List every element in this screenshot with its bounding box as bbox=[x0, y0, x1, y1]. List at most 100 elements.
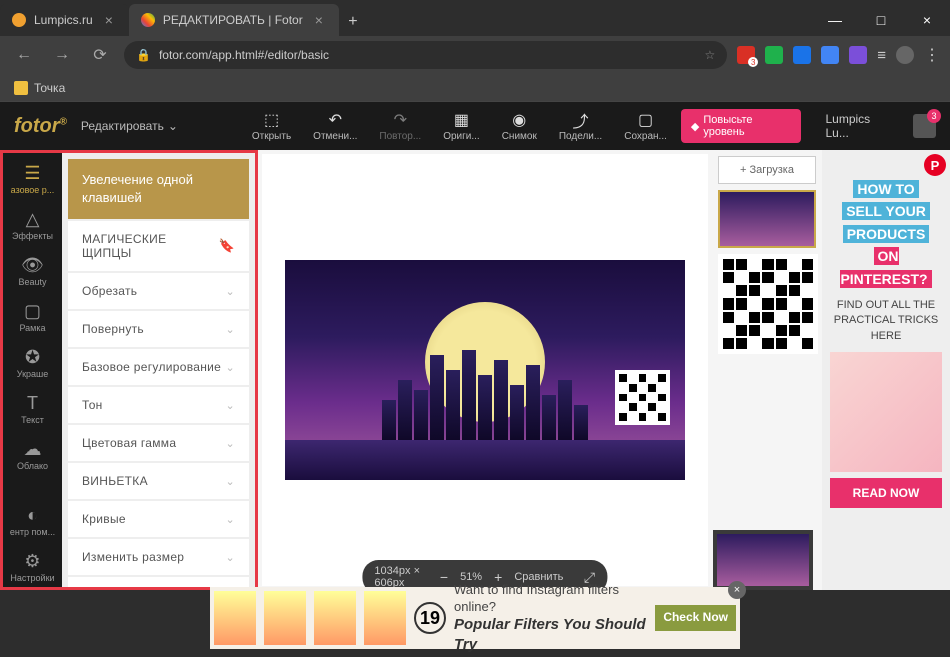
ad-cta-button[interactable]: READ NOW bbox=[830, 478, 942, 508]
bookmarks-bar: Точка bbox=[0, 74, 950, 102]
help-icon: ◐ bbox=[27, 505, 38, 525]
gear-icon: ⚙ bbox=[24, 551, 40, 571]
qr-code bbox=[718, 254, 818, 354]
right-column: + Загрузка 🗑 Очистить все bbox=[712, 150, 822, 590]
sidebar-item-settings[interactable]: ⚙Настройки bbox=[3, 547, 62, 587]
forward-button[interactable]: → bbox=[48, 41, 76, 69]
chevron-down-icon: ⌄ bbox=[225, 361, 235, 374]
app-header: fotor® Редактировать ⌄ ⬚Открыть ↶Отмени.… bbox=[0, 102, 950, 150]
canvas-area[interactable]: 1034px × 606px − 51% + Сравнить ⤢ bbox=[262, 154, 708, 586]
ad-number: 19 bbox=[414, 602, 446, 634]
sidebar-item-cloud[interactable]: ☁Облако bbox=[3, 435, 62, 475]
star-icon[interactable]: ☆ bbox=[704, 48, 715, 62]
chevron-down-icon: ⌄ bbox=[225, 513, 235, 526]
panel-item-resize[interactable]: Изменить размер⌄ bbox=[68, 539, 249, 575]
bottom-ad[interactable]: 19 Want to find Instagram filters online… bbox=[210, 587, 740, 649]
ad-check-button[interactable]: Check Now bbox=[655, 605, 736, 630]
redo-icon: ↷ bbox=[390, 111, 410, 129]
url-input[interactable]: 🔒 fotor.com/app.html#/editor/basic ☆ bbox=[124, 41, 727, 69]
canvas-image[interactable] bbox=[285, 260, 685, 480]
panel-item-vignette[interactable]: ВИНЬЕТКА⌄ bbox=[68, 463, 249, 499]
ext-icon[interactable] bbox=[765, 46, 783, 64]
close-icon[interactable]: × bbox=[101, 12, 117, 28]
logo[interactable]: fotor® bbox=[14, 115, 67, 138]
chevron-down-icon: ⌄ bbox=[225, 475, 235, 488]
ad-thumb bbox=[364, 591, 406, 645]
app-body: ☰азовое р... △Эффекты 👁Beauty ▢Рамка ✪Ук… bbox=[0, 150, 950, 590]
new-tab-button[interactable]: + bbox=[339, 8, 367, 36]
ext-icon[interactable] bbox=[821, 46, 839, 64]
original-button[interactable]: ▦Ориги... bbox=[443, 111, 480, 142]
frame-icon: ▢ bbox=[24, 301, 41, 321]
sidebar-item-frame[interactable]: ▢Рамка bbox=[3, 297, 62, 337]
thumbnail[interactable] bbox=[718, 190, 816, 248]
favicon-icon bbox=[141, 13, 155, 27]
tab-label: Lumpics.ru bbox=[34, 13, 93, 27]
sidebar-item-beauty[interactable]: 👁Beauty bbox=[3, 251, 62, 291]
panel-item-rotate[interactable]: Повернуть⌄ bbox=[68, 311, 249, 347]
panel-header[interactable]: Увелечение одной клавишей bbox=[68, 159, 249, 219]
bookmark-item[interactable]: Точка bbox=[34, 81, 65, 95]
sidebar: ☰азовое р... △Эффекты 👁Beauty ▢Рамка ✪Ук… bbox=[0, 150, 62, 590]
sidebar-item-text[interactable]: TТекст bbox=[3, 389, 62, 429]
sidebar-item-basic[interactable]: ☰азовое р... bbox=[3, 159, 62, 199]
sticker-icon: ✪ bbox=[25, 347, 40, 367]
upgrade-button[interactable]: ◆Повысьте уровень bbox=[681, 109, 802, 143]
ad-thumb bbox=[314, 591, 356, 645]
panel-item-magic[interactable]: МАГИЧЕСКИЕ ЩИПЦЫ🔖 bbox=[68, 221, 249, 271]
image-dimensions: 1034px × 606px bbox=[374, 565, 427, 589]
share-icon: ⤴ bbox=[571, 111, 591, 129]
ad-close-button[interactable]: × bbox=[728, 581, 746, 599]
tab-lumpics[interactable]: Lumpics.ru × bbox=[0, 4, 129, 36]
redo-button[interactable]: ↷Повтор... bbox=[379, 111, 421, 142]
zoom-out-button[interactable]: − bbox=[438, 568, 450, 586]
extension-icons: 3 ≡ ⋮ bbox=[737, 45, 940, 65]
open-button[interactable]: ⬚Открыть bbox=[252, 111, 291, 142]
pinterest-icon[interactable]: P bbox=[924, 154, 946, 176]
close-icon[interactable]: × bbox=[311, 12, 327, 28]
qr-overlay bbox=[615, 370, 670, 425]
avatar[interactable]: 3 bbox=[913, 114, 936, 138]
back-button[interactable]: ← bbox=[10, 41, 38, 69]
minimap[interactable] bbox=[713, 530, 813, 590]
user-name[interactable]: Lumpics Lu... bbox=[825, 112, 893, 140]
snapshot-button[interactable]: ◉Снимок bbox=[502, 111, 537, 142]
profile-icon[interactable] bbox=[896, 46, 914, 64]
minimize-button[interactable]: — bbox=[812, 4, 858, 36]
tab-fotor[interactable]: РЕДАКТИРОВАТЬ | Fotor × bbox=[129, 4, 339, 36]
sidebar-item-help[interactable]: ◐ентр пом... bbox=[3, 501, 62, 541]
reload-button[interactable]: ⟳ bbox=[86, 41, 114, 69]
undo-button[interactable]: ↶Отмени... bbox=[313, 111, 357, 142]
close-button[interactable]: × bbox=[904, 4, 950, 36]
notification-badge: 3 bbox=[927, 109, 941, 123]
address-bar: ← → ⟳ 🔒 fotor.com/app.html#/editor/basic… bbox=[0, 36, 950, 74]
panel-item-curves[interactable]: Кривые⌄ bbox=[68, 501, 249, 537]
edit-dropdown[interactable]: Редактировать ⌄ bbox=[81, 119, 178, 133]
panel-item-crop[interactable]: Обрезать⌄ bbox=[68, 273, 249, 309]
chevron-down-icon: ⌄ bbox=[225, 437, 235, 450]
ext-icon[interactable]: 3 bbox=[737, 46, 755, 64]
ext-icon[interactable] bbox=[793, 46, 811, 64]
diamond-icon: ◆ bbox=[691, 120, 699, 133]
ext-icon[interactable] bbox=[849, 46, 867, 64]
reading-list-icon[interactable]: ≡ bbox=[877, 47, 886, 64]
maximize-button[interactable]: □ bbox=[858, 4, 904, 36]
open-icon: ⬚ bbox=[262, 111, 282, 129]
ad-thumb bbox=[264, 591, 306, 645]
sidebar-item-effects[interactable]: △Эффекты bbox=[3, 205, 62, 245]
panel-item-basic-adjust[interactable]: Базовое регулирование⌄ bbox=[68, 349, 249, 385]
image-icon: ▦ bbox=[451, 111, 471, 129]
upload-button[interactable]: + Загрузка bbox=[718, 156, 816, 184]
sliders-icon: ☰ bbox=[24, 163, 40, 183]
panel-item-tone[interactable]: Тон⌄ bbox=[68, 387, 249, 423]
camera-icon: ◉ bbox=[509, 111, 529, 129]
panel-item-color[interactable]: Цветовая гамма⌄ bbox=[68, 425, 249, 461]
ad-subtext: FIND OUT ALL THE PRACTICAL TRICKS HERE bbox=[830, 298, 942, 344]
menu-icon[interactable]: ⋮ bbox=[924, 45, 940, 65]
flask-icon: △ bbox=[26, 209, 40, 229]
sidebar-item-stickers[interactable]: ✪Украше bbox=[3, 343, 62, 383]
share-button[interactable]: ⤴Подели... bbox=[559, 111, 602, 142]
chevron-down-icon: ⌄ bbox=[225, 551, 235, 564]
ad-heading: HOW TO SELL YOUR PRODUCTS ON PINTEREST? bbox=[830, 178, 942, 290]
save-button[interactable]: ▢Сохран... bbox=[624, 111, 667, 142]
